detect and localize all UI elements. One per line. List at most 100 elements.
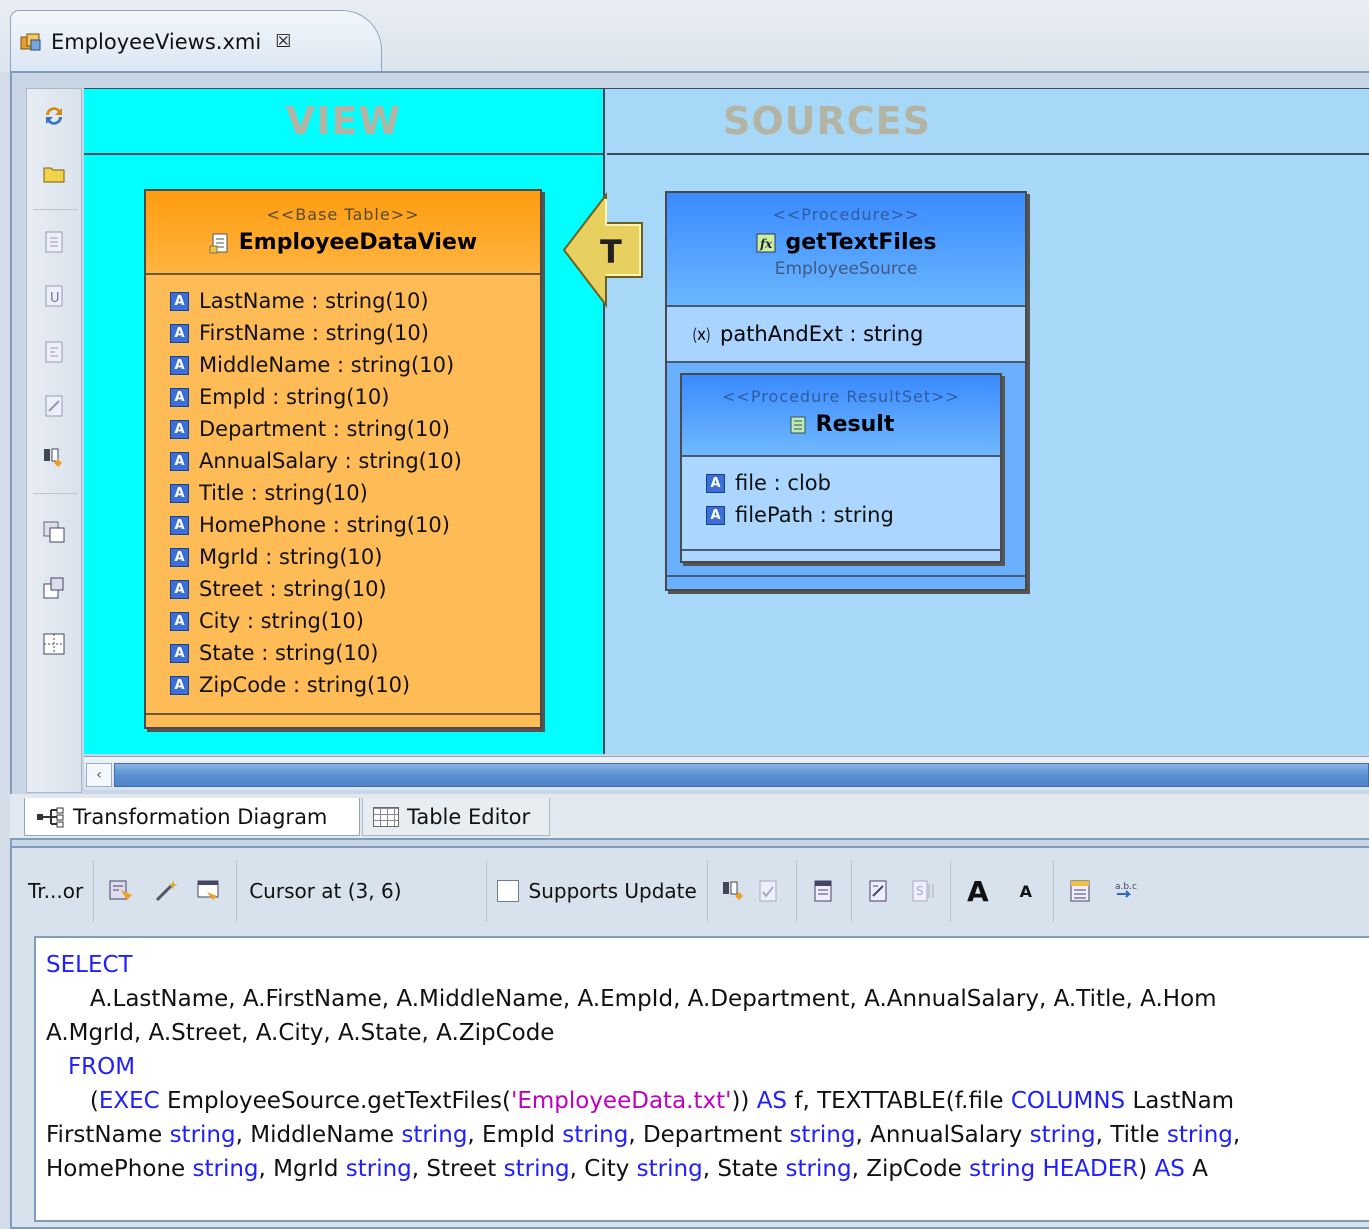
- show-sql-icon[interactable]: [39, 517, 69, 547]
- base-table-icon: [209, 233, 228, 253]
- procedure-owner: EmployeeSource: [774, 259, 918, 279]
- result-set-name: Result: [815, 412, 895, 437]
- attribute-label: Title : string(10): [199, 481, 368, 505]
- class-stereotype: <<Base Table>>: [266, 205, 420, 224]
- increase-font-icon[interactable]: A: [961, 874, 995, 908]
- sql-column-name: Department: [642, 1122, 783, 1148]
- scroll-left-button[interactable]: ‹: [86, 763, 112, 787]
- sql-line-7: HomePhone string, MgrId string, Street s…: [46, 1156, 1208, 1182]
- format-sql-icon[interactable]: a.b.c: [1108, 874, 1142, 908]
- attribute-row[interactable]: Afile : clob: [706, 467, 1000, 499]
- transformation-icon[interactable]: T: [562, 191, 646, 309]
- procedure-stereotype: <<Procedure>>: [772, 205, 920, 224]
- sql-keyword-exec: EXEC: [98, 1088, 160, 1114]
- result-set-class[interactable]: <<Procedure ResultSet>> Result Afile : c…: [680, 373, 1002, 563]
- supports-update-checkbox[interactable]: [496, 880, 519, 902]
- sql-alias: A: [1184, 1156, 1208, 1182]
- add-union-icon[interactable]: [39, 227, 69, 257]
- close-icon[interactable]: ☒: [275, 31, 291, 52]
- class-header: <<Base Table>> EmployeeDataView: [146, 191, 540, 275]
- attribute-row[interactable]: A LastName : string(10): [170, 285, 540, 317]
- attribute-row[interactable]: A Street : string(10): [170, 573, 540, 605]
- editor-tab-title: EmployeeViews.xmi: [51, 29, 262, 54]
- attribute-row[interactable]: A Title : string(10): [170, 477, 540, 509]
- parameter-label: pathAndExt : string: [720, 322, 924, 346]
- attribute-icon: A: [170, 483, 189, 503]
- result-set-stereotype: <<Procedure ResultSet>>: [722, 387, 960, 406]
- criteria-builder-icon[interactable]: [192, 874, 226, 908]
- attribute-row[interactable]: A City : string(10): [170, 605, 540, 637]
- validate-icon[interactable]: [104, 874, 138, 908]
- procedure-parameter: ⒳ pathAndExt : string: [667, 307, 1025, 363]
- union-icon[interactable]: U: [39, 281, 69, 311]
- attribute-row[interactable]: A Department : string(10): [170, 413, 540, 445]
- sql-column-name: Street: [426, 1156, 497, 1182]
- result-attribute-list: Afile : clob AfilePath : string: [682, 457, 1000, 531]
- attribute-row[interactable]: A MgrId : string(10): [170, 541, 540, 573]
- tab-table-editor[interactable]: Table Editor: [362, 798, 550, 836]
- attribute-icon: A: [170, 291, 189, 311]
- attribute-row[interactable]: A HomePhone : string(10): [170, 509, 540, 541]
- attribute-row[interactable]: A MiddleName : string(10): [170, 349, 540, 381]
- svg-text:S: S: [916, 884, 924, 898]
- reconcile-icon[interactable]: [39, 629, 69, 659]
- add-join-icon[interactable]: [39, 337, 69, 367]
- attribute-row[interactable]: A ZipCode : string(10): [170, 669, 540, 701]
- toolbar-group-5: A A: [951, 860, 1054, 922]
- attribute-icon: A: [706, 505, 725, 525]
- tab-label: Table Editor: [407, 804, 531, 829]
- get-text-files-procedure[interactable]: <<Procedure>> fx getTextFiles EmployeeSo…: [665, 191, 1027, 591]
- attribute-row[interactable]: A State : string(10): [170, 637, 540, 669]
- attribute-row[interactable]: AfilePath : string: [706, 499, 1000, 531]
- class-operations-compartment: [146, 713, 540, 715]
- diagram-palette: U: [26, 88, 82, 793]
- attribute-label: MiddleName : string(10): [199, 353, 455, 377]
- transformation-editor-panel: Tr...or Cursor at (3, 6) Supports Update: [10, 846, 1369, 1229]
- model-file-icon: [20, 33, 41, 50]
- supports-update-group: Supports Update: [487, 860, 708, 922]
- sql-column-name: MgrId: [273, 1156, 339, 1182]
- procedure-icon: fx: [756, 233, 776, 252]
- diagram-canvas[interactable]: VIEW SOURCES <<Base Table>> EmployeeData…: [84, 88, 1369, 754]
- auto-map-icon[interactable]: [39, 443, 69, 473]
- sql-editor-textarea[interactable]: SELECT A.LastName, A.FirstName, A.Middle…: [34, 936, 1369, 1222]
- attribute-label: EmpId : string(10): [199, 385, 390, 409]
- horizontal-scrollbar[interactable]: ‹: [84, 756, 1369, 790]
- refresh-diagram-icon[interactable]: [39, 101, 69, 131]
- editor-tab-employeeviews[interactable]: EmployeeViews.xmi ☒: [10, 10, 382, 72]
- attribute-row[interactable]: A FirstName : string(10): [170, 317, 540, 349]
- attribute-label: ZipCode : string(10): [199, 673, 411, 697]
- check-sql-icon[interactable]: [752, 874, 786, 908]
- tab-transformation-diagram[interactable]: Transformation Diagram: [24, 798, 360, 836]
- sql-keyword-as: AS: [1154, 1156, 1185, 1182]
- attribute-icon: A: [170, 323, 189, 343]
- attribute-label: State : string(10): [199, 641, 379, 665]
- table-icon: [373, 806, 399, 827]
- preferences-icon[interactable]: [1064, 874, 1098, 908]
- attribute-icon: A: [706, 473, 725, 493]
- decrease-font-icon[interactable]: A: [1009, 874, 1043, 908]
- add-criteria-icon[interactable]: [39, 391, 69, 421]
- sql-keyword-string: string: [969, 1156, 1036, 1182]
- sql-string-literal: 'EmployeeData.txt': [511, 1088, 732, 1114]
- sql-texttable-call: f, TEXTTABLE(f.file: [787, 1088, 1011, 1114]
- scrollbar-thumb[interactable]: [114, 763, 1369, 787]
- sql-column-name: AnnualSalary: [870, 1122, 1023, 1148]
- sql-keyword-string: string: [345, 1156, 412, 1182]
- auto-map-icon[interactable]: [718, 874, 752, 908]
- attribute-row[interactable]: A AnnualSalary : string(10): [170, 445, 540, 477]
- select-query-icon[interactable]: [807, 874, 841, 908]
- svg-text:a.b.c: a.b.c: [1115, 882, 1137, 892]
- employee-data-view-class[interactable]: <<Base Table>> EmployeeDataView A LastNam…: [144, 189, 542, 729]
- editor-title-segment: Tr...or: [20, 860, 95, 922]
- sql-keyword-string: string: [1029, 1122, 1096, 1148]
- reconcile-wand-icon[interactable]: [150, 874, 184, 908]
- insert-criteria-icon[interactable]: S: [906, 874, 940, 908]
- toolbar-group-1: [94, 860, 238, 922]
- new-window-icon[interactable]: [39, 573, 69, 603]
- attribute-row[interactable]: A EmpId : string(10): [170, 381, 540, 413]
- attribute-label: FirstName : string(10): [199, 321, 429, 345]
- insert-function-icon[interactable]: [862, 874, 896, 908]
- open-folder-icon[interactable]: [39, 159, 69, 189]
- sql-column-name: MiddleName: [250, 1122, 395, 1148]
